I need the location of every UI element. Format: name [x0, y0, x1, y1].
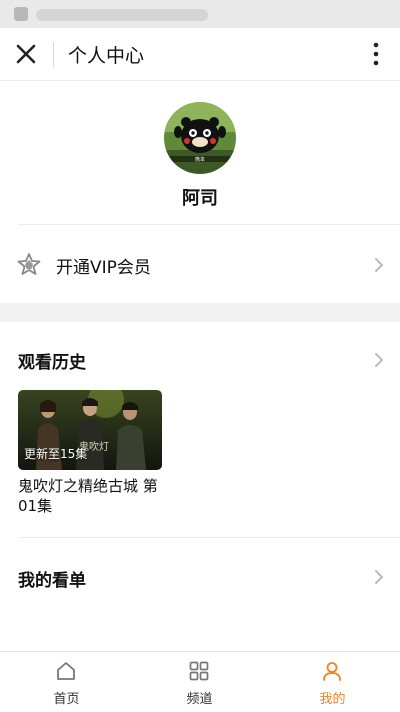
vip-crown-star-icon [17, 253, 41, 275]
close-button[interactable] [10, 38, 42, 70]
section-gap [0, 303, 400, 322]
watch-history-header[interactable]: 观看历史 [0, 322, 400, 392]
status-app-icon [14, 7, 28, 21]
chevron-right-icon [375, 258, 383, 272]
nav-channels[interactable]: 频道 [133, 652, 266, 712]
video-title[interactable]: 鬼吹灯之精绝古城 第01集 [18, 476, 168, 516]
grid-icon [189, 661, 209, 681]
more-vertical-icon [373, 42, 379, 66]
status-notification-blur [36, 9, 208, 21]
home-icon [57, 662, 75, 680]
bottom-navigation: 首页 频道 我的 [0, 651, 400, 712]
chevron-right-icon [375, 570, 383, 584]
nav-mine[interactable]: 我的 [266, 652, 399, 712]
watch-history-title: 观看历史 [18, 353, 86, 373]
close-icon [16, 44, 36, 64]
nav-home[interactable]: 首页 [0, 652, 133, 712]
username: 阿司 [182, 188, 218, 209]
watchlist-title: 我的看单 [18, 571, 86, 591]
video-thumbnail[interactable]: 鬼吹灯 更新至15集 [18, 390, 162, 470]
avatar-caption: 熊本 [195, 156, 205, 163]
nav-home-label: 首页 [53, 692, 80, 707]
status-bar [0, 0, 400, 28]
vip-label: 开通VIP会员 [56, 258, 151, 278]
user-icon [323, 662, 341, 681]
chevron-right-icon [375, 353, 383, 367]
vip-membership-row[interactable]: 开通VIP会员 [0, 225, 400, 303]
episode-update-badge: 更新至15集 [24, 447, 88, 461]
nav-channels-label: 频道 [186, 692, 213, 707]
page-title: 个人中心 [68, 45, 145, 67]
nav-mine-label: 我的 [319, 692, 346, 707]
more-options-button[interactable] [366, 40, 386, 68]
avatar[interactable]: 熊本 [164, 102, 236, 174]
header-divider [53, 42, 54, 67]
my-watchlist-row[interactable]: 我的看单 [0, 538, 400, 616]
avatar-image: 熊本 [164, 102, 236, 174]
profile-section: 熊本 阿司 [0, 80, 400, 224]
top-header: 个人中心 [0, 28, 400, 81]
